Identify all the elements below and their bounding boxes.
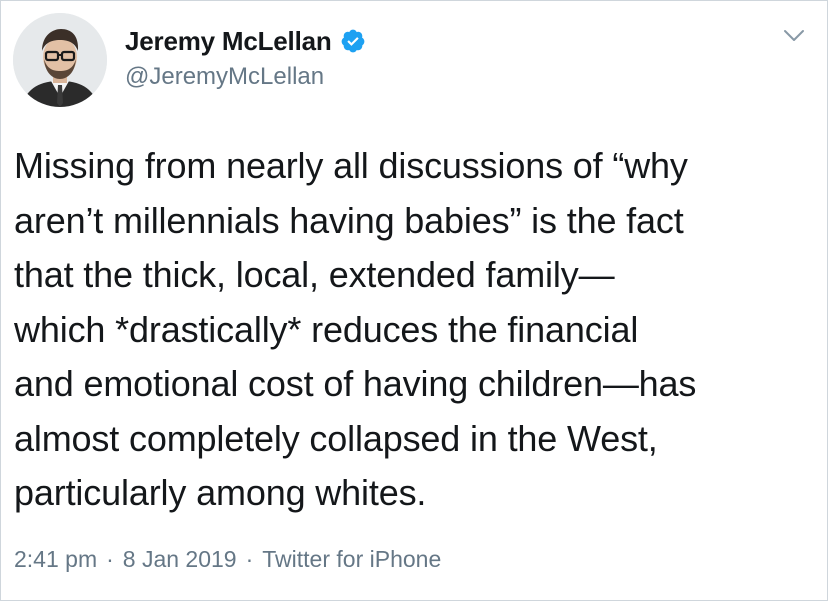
chevron-down-icon[interactable] (783, 29, 805, 43)
tweet-source[interactable]: Twitter for iPhone (262, 546, 441, 573)
tweet-metadata: 2:41 pm · 8 Jan 2019 · Twitter for iPhon… (14, 546, 441, 573)
tweet-time[interactable]: 2:41 pm (14, 546, 97, 573)
separator: · (245, 546, 254, 572)
tweet-date[interactable]: 8 Jan 2019 (123, 546, 237, 573)
tweet-text: Missing from nearly all discussions of “… (14, 145, 697, 513)
avatar-image (13, 13, 107, 107)
separator: · (106, 546, 114, 572)
verified-badge-icon (340, 28, 366, 54)
user-handle[interactable]: @JeremyMcLellan (125, 63, 366, 91)
tweet-card: Jeremy McLellan @JeremyMcLellan Missing … (0, 0, 828, 601)
user-info: Jeremy McLellan @JeremyMcLellan (125, 25, 366, 91)
display-name[interactable]: Jeremy McLellan (125, 26, 332, 57)
display-name-row: Jeremy McLellan (125, 25, 366, 57)
avatar[interactable] (13, 13, 107, 107)
